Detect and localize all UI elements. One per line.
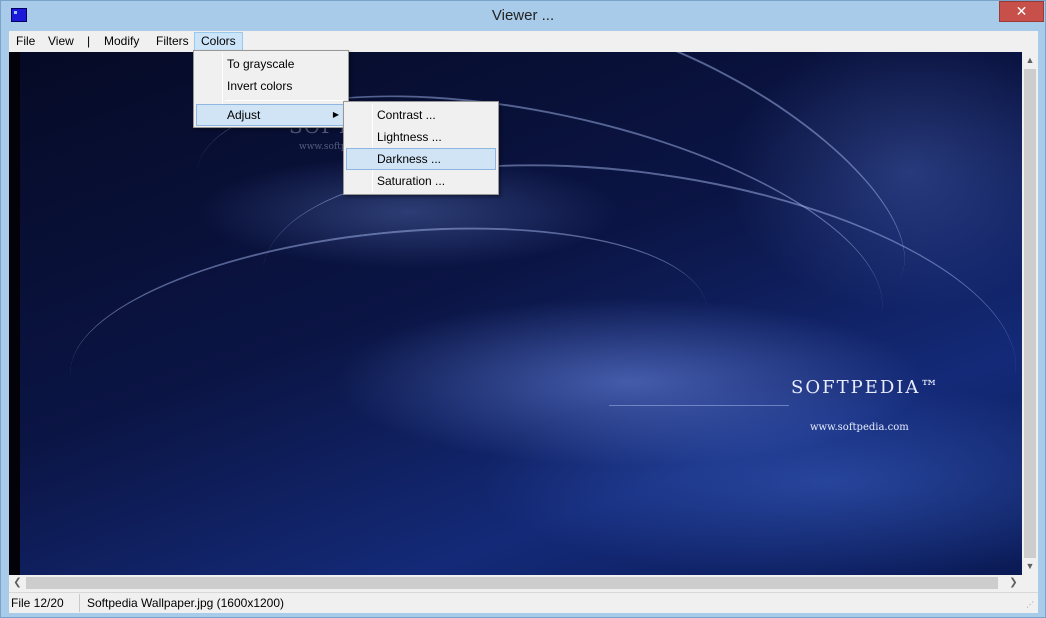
resize-grip-icon[interactable]: ⋰ [1026,601,1036,611]
submenu-arrow-icon: ▶ [332,110,339,119]
menu-separator [225,100,344,101]
menu-item-adjust[interactable]: Adjust ▶ [196,104,346,126]
brand-logo: SOFTPEDIA™ [791,377,941,398]
scroll-down-icon[interactable]: ▼ [1022,558,1038,575]
wallpaper-image: SOFTPEDIA www.softpedia.com SOFTPEDIA™ w… [9,52,1022,575]
menu-file[interactable]: File [10,32,41,51]
menu-colors[interactable]: Colors [194,32,243,51]
menu-modify[interactable]: Modify [98,32,145,51]
colors-menu: To grayscale Invert colors Adjust ▶ [193,50,349,128]
menu-item-contrast[interactable]: Contrast ... [346,104,496,126]
menu-item-lightness[interactable]: Lightness ... [346,126,496,148]
menu-separator: | [87,34,91,48]
horizontal-scrollbar[interactable]: ❮ ❯ [9,575,1022,592]
menu-item-saturation[interactable]: Saturation ... [346,170,496,192]
adjust-submenu: Contrast ... Lightness ... Darkness ... … [343,101,499,195]
vertical-scrollbar[interactable]: ▲ ▼ [1022,52,1038,575]
menu-item-invert-colors[interactable]: Invert colors [196,75,346,97]
horizontal-scroll-thumb[interactable] [26,577,998,589]
menu-item-to-grayscale[interactable]: To grayscale [196,53,346,75]
menu-view[interactable]: View [42,32,80,51]
waveform-decoration [609,382,789,406]
scrollbar-corner [1022,575,1038,592]
scroll-right-icon[interactable]: ❯ [1005,575,1022,592]
brand-url: www.softpedia.com [810,422,909,433]
status-divider [79,594,80,612]
viewer-window: Viewer ... ✕ File View | Modify Filters … [0,0,1046,618]
menu-bar: File View | Modify Filters Colors [9,31,1038,52]
menu-filters[interactable]: Filters [150,32,195,51]
image-left-border [9,52,20,575]
close-button[interactable]: ✕ [999,1,1044,22]
title-bar[interactable]: Viewer ... ✕ [1,1,1045,31]
scroll-up-icon[interactable]: ▲ [1022,52,1038,69]
vertical-scroll-thumb[interactable] [1024,69,1036,558]
status-bar: File 12/20 Softpedia Wallpaper.jpg (1600… [9,592,1038,613]
menu-item-darkness[interactable]: Darkness ... [346,148,496,170]
image-viewport[interactable]: SOFTPEDIA www.softpedia.com SOFTPEDIA™ w… [9,52,1022,575]
scroll-left-icon[interactable]: ❮ [9,575,26,592]
status-file-info: Softpedia Wallpaper.jpg (1600x1200) [87,596,285,610]
window-title: Viewer ... [491,7,555,24]
menu-item-adjust-label: Adjust [227,108,261,122]
status-file-index: File 12/20 [11,596,64,610]
